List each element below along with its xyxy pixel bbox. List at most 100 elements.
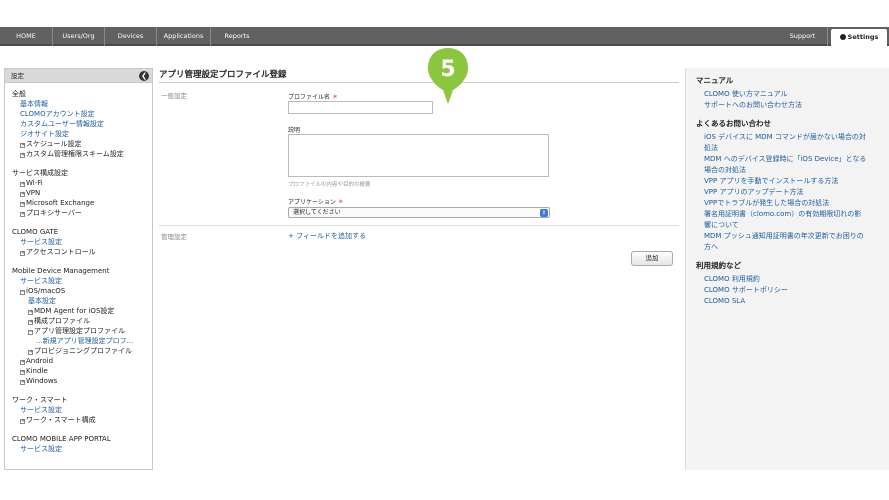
section-service-config: サービス構成設定: [12, 169, 68, 177]
gear-icon: [839, 34, 846, 40]
section-mdm: Mobile Device Management: [12, 267, 110, 275]
sidebar-title: 設定: [11, 72, 24, 80]
sidebar-link-portal-service[interactable]: サービス設定: [12, 444, 152, 454]
terms-link[interactable]: CLOMO 利用規約: [696, 274, 881, 285]
faq-link[interactable]: 場合の対処法: [696, 165, 881, 176]
profile-name-input[interactable]: [288, 101, 433, 114]
nav-settings-tab[interactable]: Settings: [831, 29, 887, 48]
expand-icon: +: [28, 309, 34, 315]
sidebar-tree-config-profile[interactable]: +構成プロファイル: [12, 316, 152, 326]
nav-home[interactable]: HOME: [0, 27, 53, 46]
sidebar-link-work-service[interactable]: サービス設定: [12, 405, 152, 415]
faq-link[interactable]: MDM へのデバイス登録時に「iOS Device」となる: [696, 154, 881, 165]
sidebar-header: 設定 ❮: [5, 69, 152, 83]
manual-link[interactable]: サポートへのお問い合わせ方法: [696, 100, 881, 111]
description-label: 説明: [288, 127, 301, 134]
add-field-link[interactable]: + フィールドを追加する: [288, 231, 366, 241]
faq-link[interactable]: VPPでトラブルが発生した場合の対処法: [696, 198, 881, 209]
expand-icon: +: [20, 369, 26, 375]
sidebar-link-ios-basic[interactable]: 基本設定: [12, 296, 152, 306]
application-select[interactable]: 選択してください ⇕: [288, 207, 550, 218]
sidebar-link-basic-info[interactable]: 基本情報: [12, 99, 152, 109]
help-panel: マニュアル CLOMO 使い方マニュアル サポートへのお問い合わせ方法 よくある…: [685, 68, 889, 470]
application-label: アプリケーション ＊: [288, 199, 344, 206]
faq-heading: よくあるお問い合わせ: [696, 119, 771, 128]
management-settings-label: 管理設定: [161, 233, 187, 241]
sidebar-tree-proxy[interactable]: +プロキシサーバー: [12, 208, 152, 218]
faq-link[interactable]: 響について: [696, 220, 881, 231]
description-textarea[interactable]: [288, 134, 549, 177]
sidebar-link-geosite[interactable]: ジオサイト設定: [12, 129, 152, 139]
terms-link[interactable]: CLOMO SLA: [696, 296, 881, 307]
section-clomo-gate: CLOMO GATE: [12, 228, 59, 236]
nav-applications[interactable]: Applications: [157, 27, 211, 46]
faq-link[interactable]: VPP アプリを手動でインストールする方法: [696, 176, 881, 187]
sidebar-link-new-app-profile[interactable]: ...新規アプリ管理設定プロフ...: [12, 336, 152, 346]
collapse-sidebar-icon[interactable]: ❮: [139, 71, 149, 81]
sidebar-tree-mdm-agent[interactable]: +MDM Agent for iOS設定: [12, 306, 152, 316]
sidebar-tree-work-config[interactable]: +ワーク・スマート構成: [12, 415, 152, 425]
step-callout-marker: 5: [428, 48, 468, 104]
sidebar-tree-vpn[interactable]: +VPN: [12, 188, 152, 198]
settings-sidebar: 設定 ❮ 全般 基本情報 CLOMOアカウント設定 カスタムユーザー情報設定 ジ…: [4, 68, 153, 470]
sidebar-tree-custom-permission[interactable]: +カスタム管理権限スキーム設定: [12, 149, 152, 159]
faq-link[interactable]: MDM プッシュ通知用証明書の年次更新でお困りの: [696, 231, 881, 242]
terms-heading: 利用規約など: [696, 261, 741, 270]
general-settings-label: 一般設定: [161, 92, 187, 100]
sidebar-tree-schedule[interactable]: +スケジュール設定: [12, 139, 152, 149]
faq-link[interactable]: 方へ: [696, 242, 881, 253]
sidebar-tree-exchange[interactable]: +Microsoft Exchange: [12, 198, 152, 208]
collapse-icon: −: [28, 329, 34, 335]
nav-devices[interactable]: Devices: [105, 27, 157, 46]
required-mark: ＊: [331, 94, 338, 101]
collapse-icon: −: [20, 289, 26, 295]
chevron-updown-icon: ⇕: [540, 209, 548, 217]
terms-link[interactable]: CLOMO サポートポリシー: [696, 285, 881, 296]
expand-icon: +: [28, 319, 34, 325]
section-work-smart: ワーク・スマート: [12, 396, 68, 404]
expand-icon: +: [20, 359, 26, 365]
faq-link[interactable]: VPP アプリのアップデート方法: [696, 187, 881, 198]
sidebar-tree-wifi[interactable]: +Wi-Fi: [12, 178, 152, 188]
expand-icon: +: [20, 379, 26, 385]
sidebar-link-gate-service[interactable]: サービス設定: [12, 237, 152, 247]
sidebar-tree-app-profile[interactable]: −アプリ管理設定プロファイル: [12, 326, 152, 336]
manual-link[interactable]: CLOMO 使い方マニュアル: [696, 89, 881, 100]
nav-support[interactable]: Support: [778, 27, 828, 46]
expand-icon: +: [20, 211, 26, 217]
page-title: アプリ管理設定プロファイル登録: [159, 68, 679, 83]
manual-heading: マニュアル: [696, 76, 734, 85]
callout-number: 5: [440, 57, 455, 82]
faq-link[interactable]: iOS デバイスに MDM コマンドが届かない場合の対: [696, 132, 881, 143]
top-navigation: HOME Users/Org Devices Applications Repo…: [0, 27, 889, 48]
sidebar-tree-windows[interactable]: +Windows: [12, 376, 152, 386]
section-general: 全般: [12, 90, 26, 98]
sidebar-link-clomo-account[interactable]: CLOMOアカウント設定: [12, 109, 152, 119]
settings-label: Settings: [847, 33, 879, 41]
profile-name-label: プロファイル名 ＊: [288, 94, 338, 101]
expand-icon: +: [20, 201, 26, 207]
nav-reports[interactable]: Reports: [211, 27, 263, 46]
sidebar-tree-kindle[interactable]: +Kindle: [12, 366, 152, 376]
expand-icon: +: [20, 181, 26, 187]
sidebar-tree-access-control[interactable]: +アクセスコントロール: [12, 247, 152, 257]
sidebar-link-custom-user-info[interactable]: カスタムユーザー情報設定: [12, 119, 152, 129]
required-mark: ＊: [337, 199, 344, 206]
section-divider: [159, 225, 679, 226]
expand-icon: +: [20, 142, 26, 148]
section-app-portal: CLOMO MOBILE APP PORTAL: [12, 435, 111, 443]
add-button[interactable]: 追加: [631, 251, 673, 266]
nav-users-org[interactable]: Users/Org: [53, 27, 105, 46]
sidebar-tree-android[interactable]: +Android: [12, 356, 152, 366]
description-hint: プロファイルの内容や目的の概要: [288, 182, 371, 188]
faq-link[interactable]: 署名用証明書（clomo.com）の有効期限切れの影: [696, 209, 881, 220]
main-content: アプリ管理設定プロファイル登録: [159, 68, 679, 83]
expand-icon: +: [20, 191, 26, 197]
sidebar-tree-ios-macos[interactable]: −iOS/macOS: [12, 286, 152, 296]
sidebar-link-mdm-service[interactable]: サービス設定: [12, 276, 152, 286]
expand-icon: +: [20, 152, 26, 158]
faq-link[interactable]: 処法: [696, 143, 881, 154]
expand-icon: +: [20, 418, 26, 424]
sidebar-tree-provisioning[interactable]: +プロビジョニングプロファイル: [12, 346, 152, 356]
expand-icon: +: [20, 250, 26, 256]
